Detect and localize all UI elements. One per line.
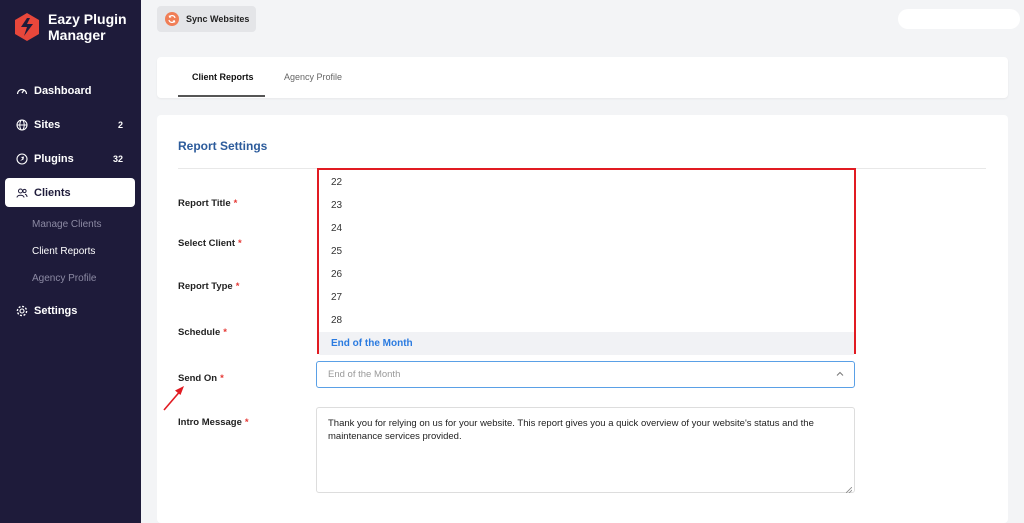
report-title-label: Report Title * <box>178 198 238 209</box>
plugins-count-badge: 32 <box>112 153 123 164</box>
sidebar-item-dashboard[interactable]: Dashboard <box>5 76 135 105</box>
dropdown-option[interactable]: 27 <box>319 286 854 309</box>
sidebar-item-clients[interactable]: Clients <box>5 178 135 207</box>
sidebar-item-label: Clients <box>34 186 71 199</box>
dropdown-option[interactable]: 22 <box>319 171 854 194</box>
logo-line-1: Eazy Plugin <box>48 11 127 27</box>
dropdown-option[interactable]: 23 <box>319 194 854 217</box>
select-client-label: Select Client * <box>178 238 242 249</box>
tabs-bar: Client Reports Agency Profile <box>157 57 1008 98</box>
user-menu[interactable] <box>898 9 1020 29</box>
sidebar-item-label: Sites <box>34 118 61 131</box>
sidebar-subitem-agency-profile[interactable]: Agency Profile <box>32 273 96 284</box>
report-type-label: Report Type * <box>178 281 240 292</box>
sidebar-item-label: Plugins <box>34 152 74 165</box>
sidebar-item-sites[interactable]: Sites 2 <box>5 110 135 139</box>
globe-icon <box>16 118 28 131</box>
section-title: Report Settings <box>178 139 268 153</box>
sidebar-subitem-client-reports[interactable]: Client Reports <box>32 246 95 257</box>
intro-message-value: Thank you for relying on us for your web… <box>328 418 814 442</box>
sidebar-item-label: Settings <box>34 304 78 317</box>
dropdown-option[interactable]: 28 <box>319 309 854 332</box>
dropdown-option-selected[interactable]: End of the Month <box>319 332 854 355</box>
logo-icon <box>14 12 40 42</box>
gauge-icon <box>16 85 28 97</box>
sidebar-subitem-manage-clients[interactable]: Manage Clients <box>32 219 101 230</box>
chevron-up-icon <box>836 370 844 378</box>
sync-websites-label: Sync Websites <box>186 14 250 24</box>
plug-icon <box>16 152 28 165</box>
tab-client-reports[interactable]: Client Reports <box>192 72 254 82</box>
send-on-select[interactable]: End of the Month <box>316 361 855 388</box>
app-logo[interactable]: Eazy Plugin Manager <box>14 11 127 43</box>
sidebar-item-label: Dashboard <box>34 84 92 97</box>
dropdown-option[interactable]: 24 <box>319 217 854 240</box>
sidebar-item-settings[interactable]: Settings <box>5 296 135 325</box>
dropdown-option[interactable]: 26 <box>319 263 854 286</box>
intro-message-textarea[interactable]: Thank you for relying on us for your web… <box>316 407 855 494</box>
send-on-dropdown: 22 23 24 25 26 27 28 End of the Month <box>317 168 856 355</box>
tab-agency-profile[interactable]: Agency Profile <box>284 72 342 82</box>
sync-websites-button[interactable]: Sync Websites <box>157 6 256 32</box>
resize-handle-icon[interactable] <box>845 484 853 494</box>
schedule-label: Schedule * <box>178 327 227 338</box>
active-tab-indicator <box>178 95 265 97</box>
annotation-arrow-icon <box>161 383 187 413</box>
logo-line-2: Manager <box>48 27 106 43</box>
sidebar: Eazy Plugin Manager Dashboard Sites 2 Pl… <box>0 0 141 523</box>
dropdown-option[interactable]: 25 <box>319 240 854 263</box>
sync-icon <box>165 12 179 26</box>
gear-icon <box>16 305 28 317</box>
users-icon <box>16 187 28 199</box>
send-on-value: End of the Month <box>328 369 401 380</box>
intro-message-label: Intro Message * <box>178 417 249 428</box>
sidebar-item-plugins[interactable]: Plugins 32 <box>5 144 135 173</box>
sites-count-badge: 2 <box>117 119 123 130</box>
